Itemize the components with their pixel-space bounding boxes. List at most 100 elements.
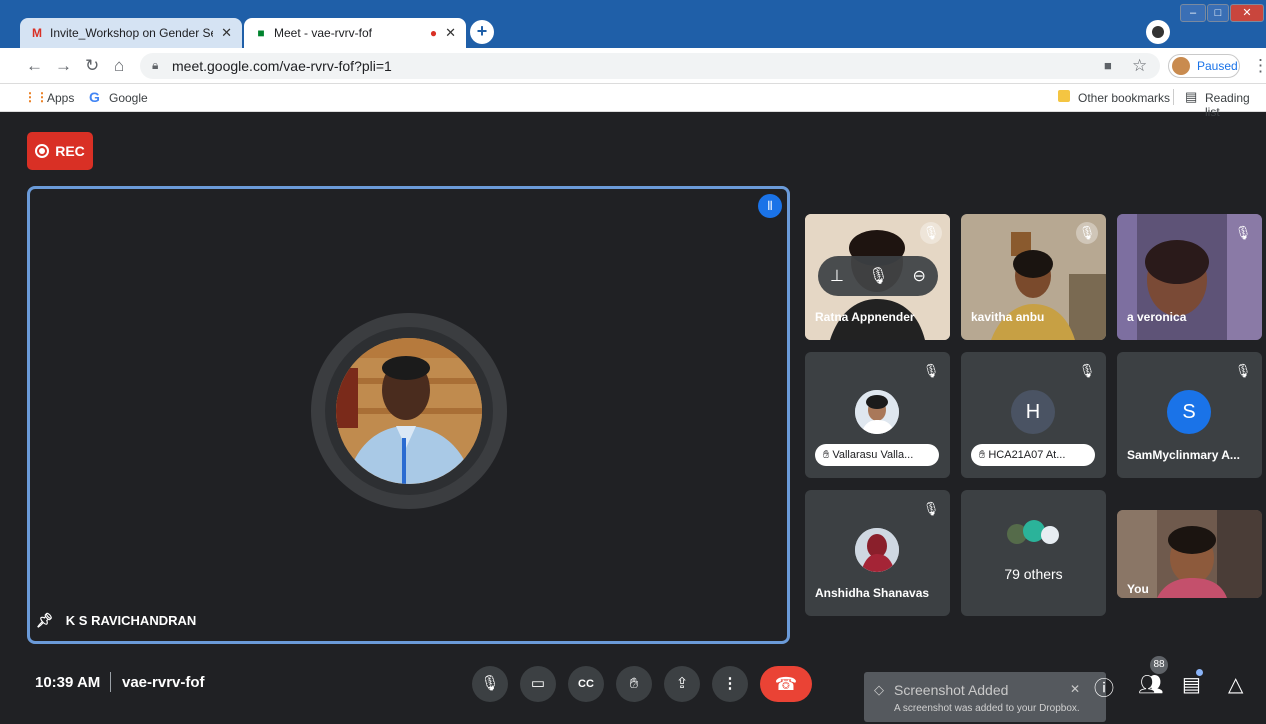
bookmark-other[interactable]: Other bookmarks — [1078, 91, 1170, 105]
others-count: 79 others — [1004, 566, 1063, 582]
raised-hand-icon: ✋︎ — [823, 449, 830, 461]
tab-title: Invite_Workshop on Gender Sens — [50, 26, 214, 40]
recording-badge: REC — [27, 132, 93, 170]
participant-tile[interactable]: 🎙︎ H ✋︎ HCA21A07 At... — [961, 352, 1106, 478]
avatar — [1041, 526, 1059, 544]
divider — [110, 672, 111, 692]
toast-close-icon[interactable]: ✕ — [1070, 682, 1080, 696]
speaking-indicator-icon: ⦀ — [758, 194, 782, 218]
captions-icon: CC — [578, 678, 594, 690]
participant-name: Ratna Appnender — [815, 310, 915, 324]
profile-status: Paused — [1197, 59, 1238, 73]
meeting-details-icon[interactable]: ⓘ — [1094, 672, 1114, 701]
menu-icon[interactable]: ⋮ — [1252, 56, 1266, 76]
pin-icon[interactable]: 📌︎ — [36, 612, 54, 629]
more-options-button[interactable]: ⋮ — [712, 666, 748, 702]
muted-mic-icon: 🎙︎ — [1076, 222, 1098, 244]
self-label: You — [1127, 582, 1149, 596]
more-vert-icon: ⋮ — [722, 675, 738, 692]
toast-body: A screenshot was added to your Dropbox. — [894, 703, 1080, 714]
camera-icon: ▭ — [530, 675, 546, 692]
others-tile[interactable]: 79 others — [961, 490, 1106, 616]
present-icon: ⇪ — [675, 675, 689, 692]
mute-icon[interactable]: 🎙︎ — [868, 266, 888, 286]
pin-icon[interactable]: ⊥ — [830, 266, 844, 286]
avatar — [855, 390, 899, 434]
browser-tab-bar: M Invite_Workshop on Gender Sens ✕ ■ Mee… — [0, 0, 1266, 48]
forward-icon[interactable]: → — [55, 56, 72, 76]
bookmark-apps[interactable]: Apps — [47, 91, 74, 105]
meeting-code: vae-rvrv-fof — [122, 674, 205, 691]
tab-title: Meet - vae-rvrv-fof — [274, 26, 373, 40]
folder-icon — [1058, 90, 1070, 102]
maximize-button[interactable]: □ — [1207, 4, 1229, 22]
profile-button[interactable]: Paused — [1168, 54, 1240, 78]
muted-mic-icon: 🎙︎ — [1234, 363, 1252, 378]
bookmark-google[interactable]: Google — [109, 91, 148, 105]
activities-icon[interactable]: △ — [1228, 672, 1243, 697]
camera-button[interactable]: ▭ — [520, 666, 556, 702]
avatar: H — [1011, 390, 1055, 434]
url-text[interactable]: meet.google.com/vae-rvrv-fof?pli=1 — [172, 58, 392, 74]
dropbox-icon: ◇ — [874, 682, 884, 697]
participant-tile[interactable]: 🎙︎ a veronica — [1117, 214, 1262, 340]
muted-mic-icon: 🎙︎ — [920, 222, 942, 244]
captions-button[interactable]: CC — [568, 666, 604, 702]
microphone-button[interactable]: 🎙︎ — [472, 666, 508, 702]
home-icon[interactable]: ⌂ — [114, 56, 124, 76]
back-icon[interactable]: ← — [26, 56, 43, 76]
camera-in-use-icon[interactable]: ■ — [1104, 58, 1112, 73]
record-icon — [35, 144, 50, 158]
participant-tile[interactable]: 🎙︎ S SamMyclinmary A... — [1117, 352, 1262, 478]
close-window-button[interactable]: ✕ — [1230, 4, 1264, 22]
meet-icon: ■ — [257, 26, 265, 40]
participant-tile[interactable]: 🎙︎ kavitha anbu — [961, 214, 1106, 340]
raised-hand-badge: ✋︎ HCA21A07 At... — [971, 444, 1095, 466]
participant-tile[interactable]: 🎙︎ Anshidha Shanavas — [805, 490, 950, 616]
participant-name: kavitha anbu — [971, 310, 1045, 324]
tab-meet[interactable]: ■ Meet - vae-rvrv-fof ● ✕ — [244, 18, 466, 48]
participant-tile[interactable]: 🎙︎ ✋︎ Vallarasu Valla... — [805, 352, 950, 478]
muted-mic-icon: 🎙︎ — [1078, 363, 1096, 378]
avatar — [855, 528, 899, 572]
participant-name: Vallarasu Valla... — [832, 449, 914, 461]
mic-icon: 🎙︎ — [480, 675, 500, 692]
new-tab-button[interactable]: + — [470, 20, 494, 44]
raise-hand-button[interactable]: ✋︎ — [616, 666, 652, 702]
bookmarks-bar: ⋮⋮ Apps G Google Other bookmarks ▤ Readi… — [0, 84, 1266, 119]
participant-name: SamMyclinmary A... — [1127, 448, 1240, 462]
avatar — [1172, 57, 1190, 75]
reading-list[interactable]: Reading list — [1205, 91, 1266, 119]
participant-name: a veronica — [1127, 310, 1187, 324]
divider — [1173, 89, 1174, 105]
close-tab-icon[interactable]: ✕ — [445, 25, 456, 41]
raised-hand-icon: ✋︎ — [979, 449, 986, 461]
bookmark-star-icon[interactable]: ☆ — [1132, 56, 1147, 76]
people-icon[interactable]: 👥︎ — [1138, 672, 1163, 697]
tile-hover-controls: ⊥ 🎙︎ ⊖ — [818, 256, 938, 296]
reading-list-icon: ▤ — [1185, 89, 1198, 104]
raised-hand-badge: ✋︎ Vallarasu Valla... — [815, 444, 939, 466]
rec-label: REC — [55, 143, 85, 159]
leave-call-button[interactable]: ☎︎ — [760, 666, 812, 702]
media-control-icon[interactable] — [1146, 20, 1170, 44]
meeting-time: 10:39 AM — [35, 674, 101, 691]
browser-toolbar: ← → ↻ ⌂ 🔒︎ meet.google.com/vae-rvrv-fof?… — [0, 48, 1266, 84]
main-speaker-name: K S RAVICHANDRAN — [65, 613, 197, 628]
muted-mic-icon: 🎙︎ — [922, 363, 940, 378]
people-count-badge: 88 — [1150, 656, 1168, 674]
google-icon: G — [89, 89, 100, 105]
present-button[interactable]: ⇪ — [664, 666, 700, 702]
avatar: S — [1167, 390, 1211, 434]
muted-mic-icon: 🎙︎ — [1234, 225, 1252, 240]
remove-icon[interactable]: ⊖ — [913, 266, 926, 286]
minimize-button[interactable]: ‒ — [1180, 4, 1206, 22]
dropbox-notification[interactable]: ◇ Screenshot Added A screenshot was adde… — [864, 672, 1106, 722]
participant-name: HCA21A07 At... — [988, 449, 1066, 461]
close-tab-icon[interactable]: ✕ — [221, 25, 232, 41]
toast-title: Screenshot Added — [894, 682, 1009, 698]
self-view-tile[interactable]: You — [1117, 510, 1262, 598]
tab-gmail[interactable]: M Invite_Workshop on Gender Sens ✕ — [20, 18, 242, 48]
reload-icon[interactable]: ↻ — [85, 56, 99, 76]
lock-icon[interactable]: 🔒︎ — [152, 58, 158, 73]
